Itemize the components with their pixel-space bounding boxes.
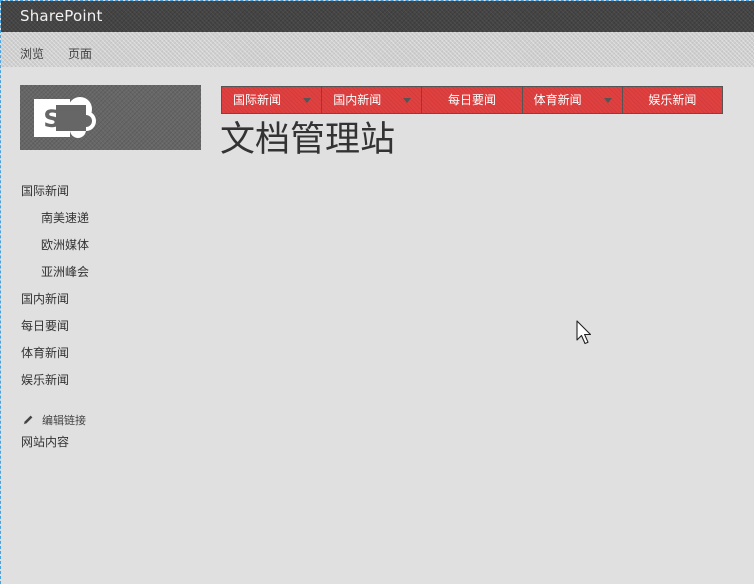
chevron-down-icon[interactable] [303, 98, 312, 103]
top-nav-domestic[interactable]: 国内新闻 [322, 87, 423, 113]
top-nav-label: 娱乐新闻 [648, 93, 697, 107]
mouse-pointer-icon [576, 320, 592, 345]
quick-launch: 国际新闻 南美速递 欧洲媒体 亚洲峰会 国内新闻 每日要闻 体育新闻 娱乐新闻 [21, 179, 201, 395]
suite-bar: SharePoint [1, 1, 754, 32]
quick-launch-daily[interactable]: 每日要闻 [21, 314, 201, 341]
suite-bar-brand[interactable]: SharePoint [20, 7, 103, 25]
ribbon: 浏览 页面 [1, 32, 754, 67]
edit-links-button[interactable]: 编辑链接 [22, 412, 86, 428]
top-nav-label: 国际新闻 [233, 93, 282, 107]
chevron-down-icon[interactable] [403, 98, 412, 103]
quick-launch-europe[interactable]: 欧洲媒体 [21, 233, 201, 260]
ribbon-tab-browse[interactable]: 浏览 [20, 45, 44, 62]
top-nav-label: 体育新闻 [533, 93, 582, 107]
top-nav-label: 国内新闻 [333, 93, 382, 107]
edit-links-label: 编辑链接 [42, 414, 86, 427]
quick-launch-international[interactable]: 国际新闻 [21, 179, 201, 206]
quick-launch-asia[interactable]: 亚洲峰会 [21, 260, 201, 287]
quick-launch-sports[interactable]: 体育新闻 [21, 341, 201, 368]
svg-text:S: S [43, 105, 60, 133]
chevron-down-icon[interactable] [603, 98, 612, 103]
site-contents-link[interactable]: 网站内容 [21, 432, 69, 452]
top-nav-entertainment[interactable]: 娱乐新闻 [622, 87, 723, 113]
top-nav-sports[interactable]: 体育新闻 [522, 87, 623, 113]
site-title[interactable]: 文档管理站 [220, 118, 395, 162]
ribbon-tab-page[interactable]: 页面 [68, 45, 92, 62]
quick-launch-domestic[interactable]: 国内新闻 [21, 287, 201, 314]
quick-launch-south-america[interactable]: 南美速递 [21, 206, 201, 233]
sharepoint-logo-icon: S [34, 97, 96, 138]
top-navigation: 国际新闻 国内新闻 每日要闻 体育新闻 娱乐新闻 [221, 86, 723, 114]
pencil-icon [23, 415, 33, 425]
quick-launch-entertainment[interactable]: 娱乐新闻 [21, 368, 201, 395]
top-nav-label: 每日要闻 [448, 93, 497, 107]
top-nav-daily[interactable]: 每日要闻 [422, 87, 523, 113]
site-logo[interactable]: S [20, 85, 201, 150]
top-nav-international[interactable]: 国际新闻 [222, 87, 323, 113]
